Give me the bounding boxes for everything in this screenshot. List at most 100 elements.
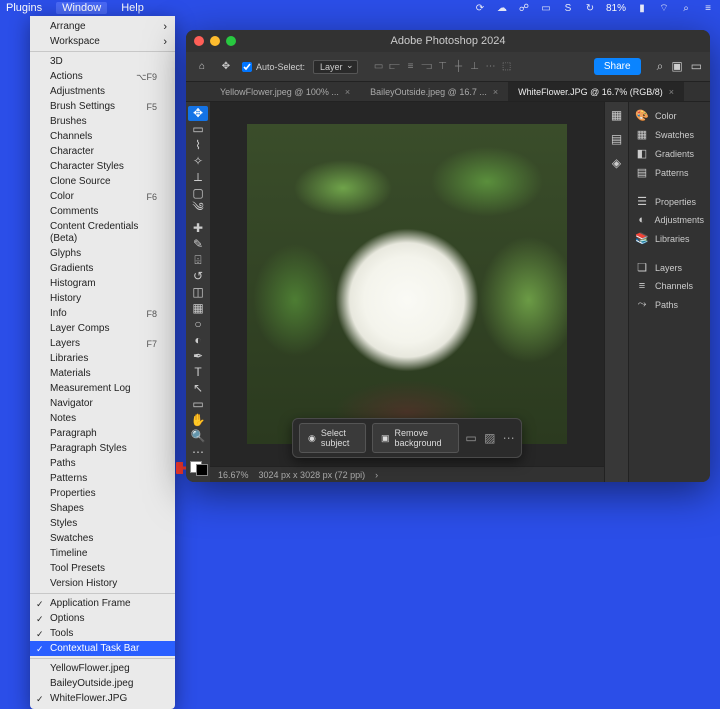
menu-item-libraries[interactable]: Libraries bbox=[30, 351, 175, 366]
window-menu-dropdown[interactable]: ArrangeWorkspace 3DActions⌥F9Adjustments B… bbox=[30, 16, 175, 709]
panel-gradients[interactable]: ◧Gradients bbox=[629, 144, 710, 163]
hand-tool[interactable]: ✋ bbox=[188, 413, 208, 428]
menu-item-channels[interactable]: Channels bbox=[30, 129, 175, 144]
menu-item-paragraph[interactable]: Paragraph bbox=[30, 426, 175, 441]
path-tool[interactable]: ↖ bbox=[188, 381, 208, 396]
menu-item-character[interactable]: Character bbox=[30, 144, 175, 159]
menu-item-options[interactable]: Options bbox=[30, 611, 175, 626]
menu-item-paths[interactable]: Paths bbox=[30, 456, 175, 471]
menu-item-styles[interactable]: Styles bbox=[30, 516, 175, 531]
share-button[interactable]: Share bbox=[594, 58, 641, 75]
tab-close-icon[interactable]: × bbox=[345, 87, 350, 97]
menu-item-whiteflower-jpg[interactable]: WhiteFlower.JPG bbox=[30, 691, 175, 706]
canvas-area[interactable]: ◉Select subject ▣Remove background ▭ ▨ ⋯… bbox=[210, 102, 604, 482]
gradient-tool[interactable]: ▦ bbox=[188, 301, 208, 316]
menu-item-measurement-log[interactable]: Measurement Log bbox=[30, 381, 175, 396]
menu-item-properties[interactable]: Properties bbox=[30, 486, 175, 501]
eyedrop-tool[interactable]: ༄ bbox=[188, 202, 208, 220]
window-minimize-button[interactable] bbox=[210, 36, 220, 46]
history-tool[interactable]: ↺ bbox=[188, 269, 208, 284]
menu-item-version-history[interactable]: Version History bbox=[30, 576, 175, 591]
menu-item-comments[interactable]: Comments bbox=[30, 204, 175, 219]
brush-tool[interactable]: ✎ bbox=[188, 237, 208, 252]
crop-tool[interactable]: ⟂ bbox=[188, 170, 208, 185]
menu-window[interactable]: Window bbox=[56, 2, 107, 14]
3d-mode-icon[interactable]: ⬚ bbox=[500, 60, 514, 74]
tab-close-icon[interactable]: × bbox=[493, 87, 498, 97]
menu-help[interactable]: Help bbox=[121, 2, 144, 14]
marquee-tool[interactable]: ▭ bbox=[188, 122, 208, 137]
contextual-task-bar[interactable]: ◉Select subject ▣Remove background ▭ ▨ ⋯ bbox=[292, 418, 522, 458]
menu-item-swatches[interactable]: Swatches bbox=[30, 531, 175, 546]
menu-item-arrange[interactable]: Arrange bbox=[30, 19, 175, 34]
tab-close-icon[interactable]: × bbox=[669, 87, 674, 97]
menu-item-navigator[interactable]: Navigator bbox=[30, 396, 175, 411]
menu-item-timeline[interactable]: Timeline bbox=[30, 546, 175, 561]
window-maximize-button[interactable] bbox=[226, 36, 236, 46]
panel-layers[interactable]: ❏Layers bbox=[629, 258, 710, 277]
document-image[interactable] bbox=[247, 124, 567, 444]
panel-paths[interactable]: ⤳Paths bbox=[629, 295, 710, 314]
menu-item-adjustments[interactable]: Adjustments bbox=[30, 84, 175, 99]
search-ps-icon[interactable]: ⌕ bbox=[657, 59, 664, 74]
foreground-background-swatch[interactable] bbox=[190, 461, 206, 474]
wand-tool[interactable]: ✧ bbox=[188, 154, 208, 169]
menu-item-info[interactable]: InfoF8 bbox=[30, 306, 175, 321]
menu-item-workspace[interactable]: Workspace bbox=[30, 34, 175, 49]
menu-item-history[interactable]: History bbox=[30, 291, 175, 306]
menu-item-gradients[interactable]: Gradients bbox=[30, 261, 175, 276]
menu-item-histogram[interactable]: Histogram bbox=[30, 276, 175, 291]
menu-item-glyphs[interactable]: Glyphs bbox=[30, 246, 175, 261]
align-left-icon[interactable]: ⫍ bbox=[388, 60, 402, 74]
menu-item-paragraph-styles[interactable]: Paragraph Styles bbox=[30, 441, 175, 456]
panel-patterns[interactable]: ▤Patterns bbox=[629, 163, 710, 182]
align-top-icon[interactable]: ⊤ bbox=[436, 60, 450, 74]
panel-swatches[interactable]: ▦Swatches bbox=[629, 125, 710, 144]
zoom-tool[interactable]: 🔍 bbox=[188, 429, 208, 444]
menu-item-character-styles[interactable]: Character Styles bbox=[30, 159, 175, 174]
menu-item-baileyoutside-jpeg[interactable]: BaileyOutside.jpeg bbox=[30, 676, 175, 691]
rect-tool[interactable]: ▭ bbox=[188, 397, 208, 412]
menu-item-actions[interactable]: Actions⌥F9 bbox=[30, 69, 175, 84]
select-subject-button[interactable]: ◉Select subject bbox=[299, 423, 366, 453]
workspace-icon[interactable]: ▣ bbox=[671, 59, 682, 74]
auto-select-target-dropdown[interactable]: Layer bbox=[313, 60, 358, 74]
menu-item-materials[interactable]: Materials bbox=[30, 366, 175, 381]
document-tab[interactable]: BaileyOutside.jpeg @ 16.7 ...× bbox=[360, 82, 508, 101]
strip-icon-2[interactable]: ▤ bbox=[611, 132, 622, 146]
menu-item-yellowflower-jpeg[interactable]: YellowFlower.jpeg bbox=[30, 661, 175, 676]
menu-item-application-frame[interactable]: Application Frame bbox=[30, 596, 175, 611]
zoom-level[interactable]: 16.67% bbox=[218, 470, 249, 480]
menu-item-tools[interactable]: Tools bbox=[30, 626, 175, 641]
menu-item-layer-comps[interactable]: Layer Comps bbox=[30, 321, 175, 336]
document-tab[interactable]: YellowFlower.jpeg @ 100% ...× bbox=[210, 82, 360, 101]
align-middle-icon[interactable]: ┼ bbox=[452, 60, 466, 74]
eraser-tool[interactable]: ◫ bbox=[188, 285, 208, 300]
more-icon[interactable]: ⋯ bbox=[502, 429, 515, 447]
mask-icon[interactable]: ▨ bbox=[483, 429, 496, 447]
menu-item-content-credentials-beta-[interactable]: Content Credentials (Beta) bbox=[30, 219, 175, 246]
menu-item-notes[interactable]: Notes bbox=[30, 411, 175, 426]
menu-item-shapes[interactable]: Shapes bbox=[30, 501, 175, 516]
menu-item-layers[interactable]: LayersF7 bbox=[30, 336, 175, 351]
remove-background-button[interactable]: ▣Remove background bbox=[372, 423, 459, 453]
menu-item-contextual-task-bar[interactable]: Contextual Task Bar bbox=[30, 641, 175, 656]
align-center-h-icon[interactable]: ≡ bbox=[404, 60, 418, 74]
menu-item-patterns[interactable]: Patterns bbox=[30, 471, 175, 486]
menu-item-3d[interactable]: 3D bbox=[30, 54, 175, 69]
dodge-tool[interactable]: ◐ bbox=[188, 333, 208, 348]
heal-tool[interactable]: ✚ bbox=[188, 221, 208, 236]
edit-tool[interactable]: ⋯ bbox=[188, 445, 208, 460]
status-chevron-icon[interactable]: › bbox=[375, 470, 378, 480]
window-close-button[interactable] bbox=[194, 36, 204, 46]
menu-item-tool-presets[interactable]: Tool Presets bbox=[30, 561, 175, 576]
document-tab[interactable]: WhiteFlower.JPG @ 16.7% (RGB/8)× bbox=[508, 82, 684, 101]
panel-libraries[interactable]: 📚Libraries bbox=[629, 229, 710, 248]
panel-properties[interactable]: ☰Properties bbox=[629, 192, 710, 211]
align-bottom-icon[interactable]: ⊥ bbox=[468, 60, 482, 74]
deselect-icon[interactable]: ▭ bbox=[465, 429, 478, 447]
menu-item-color[interactable]: ColorF6 bbox=[30, 189, 175, 204]
menu-item-clone-source[interactable]: Clone Source bbox=[30, 174, 175, 189]
menu-plugins[interactable]: Plugins bbox=[6, 2, 42, 14]
menu-item-brushes[interactable]: Brushes bbox=[30, 114, 175, 129]
